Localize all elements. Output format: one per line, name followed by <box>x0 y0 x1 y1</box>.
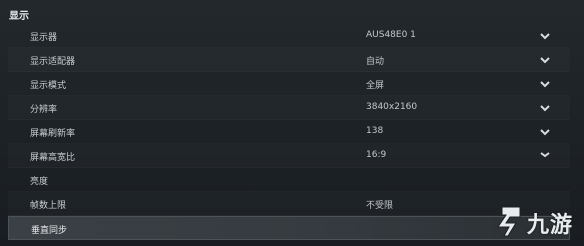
display-settings-screen: 显示 显示器 AUS48E0 1 显示适配器 自动 显示模式 全屏 分辨率 38… <box>0 0 584 246</box>
setting-row-refresh-rate[interactable]: 屏幕刷新率 138 <box>8 120 570 144</box>
setting-row-display-mode[interactable]: 显示模式 全屏 <box>8 72 570 96</box>
setting-label: 垂直同步 <box>31 226 68 236</box>
watermark-text: 九游 <box>527 213 574 238</box>
chevron-down-icon[interactable] <box>539 151 551 161</box>
setting-label: 屏幕刷新率 <box>30 129 76 139</box>
setting-value: AUS48E0 1 <box>366 30 416 40</box>
watermark: 九游 <box>494 203 580 239</box>
setting-value: 3840x2160 <box>366 102 418 112</box>
setting-row-frame-limit[interactable]: 帧数上限 不受限 <box>8 192 570 216</box>
setting-label: 显示器 <box>30 33 58 43</box>
setting-row-vsync[interactable]: 垂直同步 <box>8 216 570 240</box>
setting-label: 帧数上限 <box>30 201 67 211</box>
setting-row-aspect-ratio[interactable]: 屏幕高宽比 16:9 <box>8 144 570 168</box>
setting-value: 不受限 <box>366 201 394 211</box>
setting-row-brightness[interactable]: 亮度 <box>8 168 570 192</box>
setting-row-resolution[interactable]: 分辨率 3840x2160 <box>8 96 570 120</box>
setting-label: 亮度 <box>30 177 49 187</box>
settings-list: 显示器 AUS48E0 1 显示适配器 自动 显示模式 全屏 分辨率 3840x… <box>8 24 570 240</box>
chevron-down-icon[interactable] <box>539 103 551 113</box>
setting-label: 显示适配器 <box>30 57 76 67</box>
chevron-down-icon[interactable] <box>539 55 551 65</box>
setting-value: 138 <box>366 126 384 136</box>
setting-label: 分辨率 <box>30 105 58 115</box>
chevron-down-icon[interactable] <box>539 127 551 137</box>
setting-value: 16:9 <box>366 150 387 160</box>
setting-label: 屏幕高宽比 <box>30 153 76 163</box>
setting-value: 自动 <box>366 57 385 67</box>
jiuyou-logo-icon <box>494 203 528 239</box>
setting-row-monitor[interactable]: 显示器 AUS48E0 1 <box>8 24 570 48</box>
setting-row-display-adapter[interactable]: 显示适配器 自动 <box>8 48 570 72</box>
setting-label: 显示模式 <box>30 81 67 91</box>
chevron-down-icon[interactable] <box>539 79 551 89</box>
chevron-down-icon[interactable] <box>539 31 551 41</box>
setting-value: 全屏 <box>366 81 385 91</box>
section-title: 显示 <box>9 11 29 22</box>
